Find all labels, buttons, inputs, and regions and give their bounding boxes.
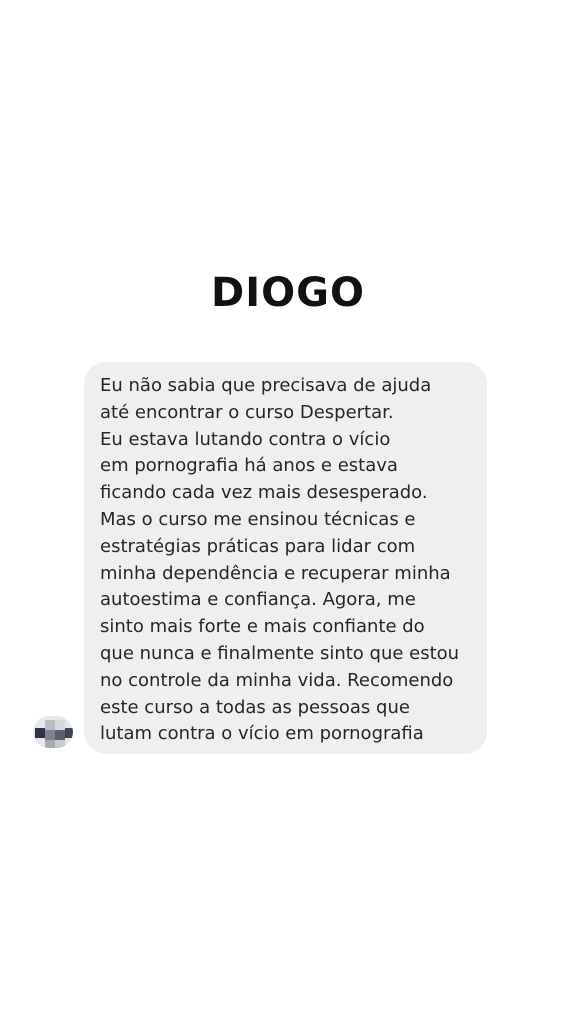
sender-avatar[interactable] xyxy=(33,716,73,748)
message-text-line: que nunca e finalmente sinto que estou xyxy=(100,642,460,664)
message-text-line: Eu estava lutando contra o vício xyxy=(100,428,391,450)
message-text-line: ficando cada vez mais desesperado. xyxy=(100,482,428,504)
message-text-line: estratégias práticas para lidar com xyxy=(100,535,416,557)
message-text-line: lutam contra o vício em pornografia xyxy=(100,723,424,745)
message-text-line: até encontrar o curso Despertar. xyxy=(100,401,394,423)
message-row: Eu não sabia que precisava de ajuda até … xyxy=(0,0,576,1024)
message-text-line: Eu não sabia que precisava de ajuda xyxy=(100,375,432,396)
message-text-line: Mas o curso me ensinou técnicas e xyxy=(100,508,416,530)
message-text-line: minha dependência e recuperar minha xyxy=(100,562,451,584)
message-text-line: sinto mais forte e mais confiante do xyxy=(100,616,425,638)
message-bubble[interactable]: Eu não sabia que precisava de ajuda até … xyxy=(84,362,487,754)
message-text-line: autoestima e confiança. Agora, me xyxy=(100,589,416,611)
message-text-line: no controle da minha vida. Recomendo xyxy=(100,669,454,691)
message-text-line: em pornografia há anos e estava xyxy=(100,455,398,477)
message-text-line: este curso a todas as pessoas que xyxy=(100,696,410,718)
